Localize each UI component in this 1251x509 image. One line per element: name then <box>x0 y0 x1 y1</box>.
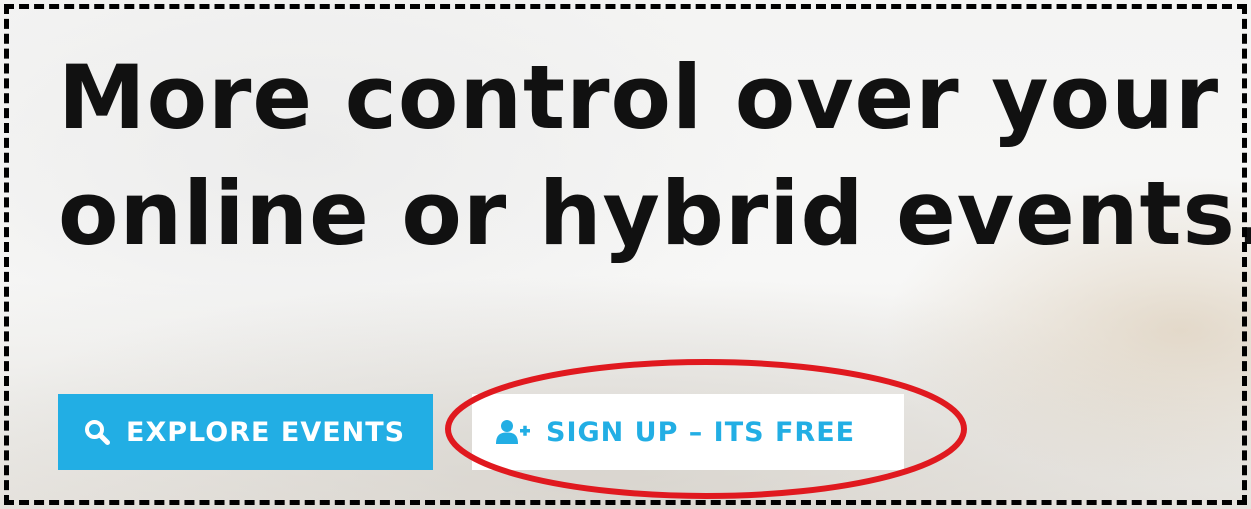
hero-headline: More control over your online or hybrid … <box>58 40 1251 272</box>
user-plus-icon <box>496 419 530 445</box>
sign-up-button[interactable]: SIGN UP – ITS FREE <box>472 394 904 470</box>
headline-line-1: More control over your <box>58 46 1220 149</box>
search-icon <box>84 419 110 445</box>
explore-events-button[interactable]: EXPLORE EVENTS <box>58 394 433 470</box>
hero-section: More control over your online or hybrid … <box>0 0 1251 509</box>
headline-line-2: online or hybrid events. <box>58 162 1251 265</box>
explore-events-label: EXPLORE EVENTS <box>126 416 406 448</box>
sign-up-label: SIGN UP – ITS FREE <box>546 416 856 448</box>
